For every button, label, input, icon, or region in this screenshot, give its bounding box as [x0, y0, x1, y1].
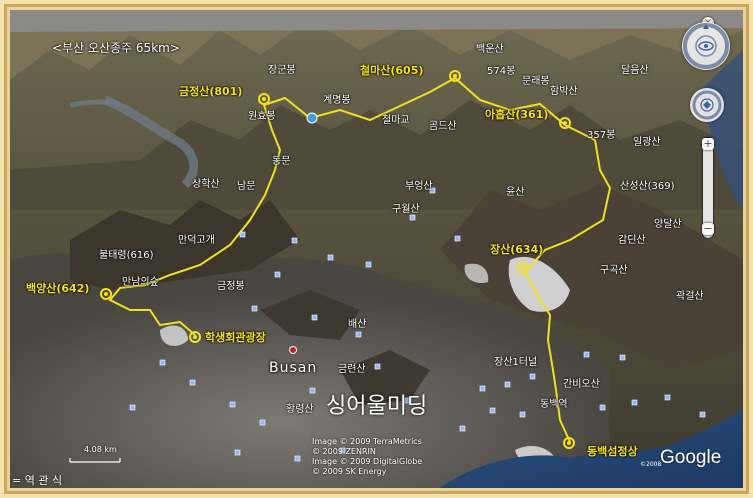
place-label: 상학산	[192, 179, 220, 190]
place-label: 부엉산	[405, 181, 433, 192]
bottom-left-label: = 역 관 식	[12, 474, 63, 487]
place-label: 계명봉	[323, 95, 351, 106]
imagery-copyright: Image © 2009 TerraMetrics © 2009 ZENRIN …	[312, 437, 422, 477]
place-label: 함박산	[550, 86, 578, 97]
place-label: 문래봉	[522, 76, 550, 87]
place-label: 구곡산	[600, 265, 628, 276]
place-label: 배산	[348, 319, 367, 330]
google-copyright-year: ©2008	[640, 461, 662, 468]
peak-label-dongbaek: 동백섬정상	[587, 445, 638, 458]
map-view[interactable]: <부산 오산종주 65km> 금정산(801) 철마산(605) 아홉산(361…	[10, 10, 743, 488]
place-label: 불태령(616)	[99, 250, 154, 261]
peak-marker-ahopsan[interactable]	[559, 117, 571, 129]
scale-bar-label: 4.08 km	[84, 445, 117, 454]
peak-label-geumjeongsan: 금정산(801)	[179, 85, 243, 98]
place-label: 황령산	[286, 404, 314, 415]
peak-marker-cheolmasan[interactable]	[449, 70, 461, 82]
peak-label-ahopsan: 아홉산(361)	[485, 108, 549, 121]
place-label: 동문	[272, 156, 291, 167]
peak-label-jangsan: 장산(634)	[490, 243, 544, 256]
place-label: 만덕고개	[178, 235, 215, 246]
peak-marker-baegyangsan[interactable]	[100, 288, 112, 300]
peak-label-haksaeng: 학생회관광장	[205, 331, 266, 344]
zoom-in-button[interactable]: +	[702, 138, 714, 150]
place-label: 일광산	[633, 137, 661, 148]
place-label: 곽걸산	[676, 291, 704, 302]
overlay-sign-text: 싱어울미딩	[326, 394, 428, 419]
copyright-line: Image © 2009 TerraMetrics	[312, 437, 422, 446]
look-control[interactable]	[690, 88, 724, 122]
place-label: 산성산(369)	[620, 181, 675, 192]
peak-marker-dongbaek[interactable]	[563, 437, 575, 449]
zoom-out-button[interactable]: −	[702, 223, 714, 235]
navigation-compass[interactable]	[682, 22, 730, 70]
peak-label-cheolmasan: 철마산(605)	[360, 64, 424, 77]
copyright-line: Image © 2009 DigitalGlobe	[312, 457, 423, 466]
compass-ring-icon	[683, 23, 729, 69]
place-label: 동백역	[540, 399, 568, 410]
place-label: 금정봉	[217, 281, 245, 292]
google-logo: Google	[660, 447, 722, 468]
place-label: 남문	[237, 181, 256, 192]
place-label: 양달산	[654, 219, 682, 230]
place-label: 357봉	[587, 130, 616, 141]
place-label: 감딘산	[618, 235, 646, 246]
city-label-busan: Busan	[269, 360, 318, 376]
place-label: 만남의숲	[122, 277, 159, 288]
place-label: 금련산	[338, 364, 366, 375]
place-label: 원효봉	[248, 111, 276, 122]
copyright-line: © 2009 ZENRIN	[312, 447, 376, 456]
peak-marker-haksaeng[interactable]	[189, 331, 201, 343]
place-label: 곰드산	[429, 121, 457, 132]
place-label: 574봉	[487, 66, 516, 77]
place-label: 달음산	[621, 65, 649, 76]
route-distance-label: <부산 오산종주 65km>	[52, 41, 180, 55]
place-label: 백운산	[476, 44, 504, 55]
peak-marker-jangsan[interactable]	[517, 262, 529, 274]
place-label: 장산1터널	[494, 357, 538, 368]
eye-look-icon	[692, 90, 722, 120]
peak-marker-geumjeongsan[interactable]	[258, 93, 270, 105]
place-label: 장군봉	[268, 65, 296, 76]
place-label: 철마교	[382, 115, 410, 126]
copyright-line: © 2009 SK Energy	[312, 467, 387, 476]
peak-label-baegyangsan: 백양산(642)	[26, 282, 90, 295]
place-label: 윤산	[506, 187, 525, 198]
place-label: 간비오산	[563, 379, 600, 390]
place-label: 구월산	[392, 204, 420, 215]
